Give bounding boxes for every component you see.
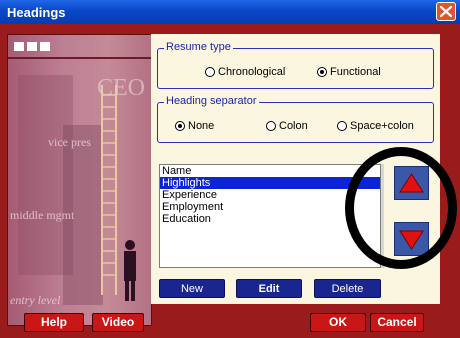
image-word-vice-pres: vice pres — [48, 135, 91, 149]
window-title: Headings — [7, 5, 66, 20]
list-item[interactable]: Name — [160, 165, 380, 177]
radio-colon[interactable]: Colon — [266, 120, 308, 132]
radio-label: Chronological — [218, 66, 286, 78]
radio-circle — [337, 121, 347, 131]
list-item-selected[interactable]: Highlights — [160, 177, 380, 189]
radio-label: None — [188, 120, 215, 132]
annotation-circle — [345, 147, 457, 269]
resume-type-legend: Resume type — [164, 41, 233, 53]
help-button[interactable]: Help — [24, 313, 84, 332]
resume-type-group: Resume type Chronological Functional — [157, 41, 434, 89]
video-button[interactable]: Video — [92, 313, 144, 332]
radio-label: Colon — [279, 120, 308, 132]
radio-none[interactable]: None — [175, 120, 214, 132]
delete-button[interactable]: Delete — [314, 279, 381, 298]
heading-separator-legend: Heading separator — [164, 95, 259, 107]
title-bar: Headings — [0, 0, 460, 24]
ok-button[interactable]: OK — [310, 313, 366, 332]
image-word-entry-level: entry level — [10, 293, 61, 307]
image-word-ceo: CEO — [97, 75, 145, 101]
radio-circle-selected — [317, 67, 327, 77]
radio-label: Functional — [330, 66, 381, 78]
radio-circle — [266, 121, 276, 131]
close-button[interactable] — [436, 2, 456, 21]
radio-space-colon[interactable]: Space+colon — [337, 120, 414, 132]
edit-button[interactable]: Edit — [236, 279, 302, 298]
cancel-button[interactable]: Cancel — [370, 313, 424, 332]
image-word-middle-mgmt: middle mgmt — [10, 208, 75, 222]
decorative-career-image: CEO vice pres middle mgmt entry level — [7, 34, 152, 326]
radio-circle-selected — [175, 121, 185, 131]
radio-label: Space+colon — [350, 120, 414, 132]
radio-functional[interactable]: Functional — [317, 66, 381, 78]
radio-circle — [205, 67, 215, 77]
new-button[interactable]: New — [159, 279, 225, 298]
radio-chronological[interactable]: Chronological — [205, 66, 285, 78]
close-icon — [439, 5, 453, 18]
heading-separator-group: Heading separator None Colon Space+colon — [157, 95, 434, 143]
